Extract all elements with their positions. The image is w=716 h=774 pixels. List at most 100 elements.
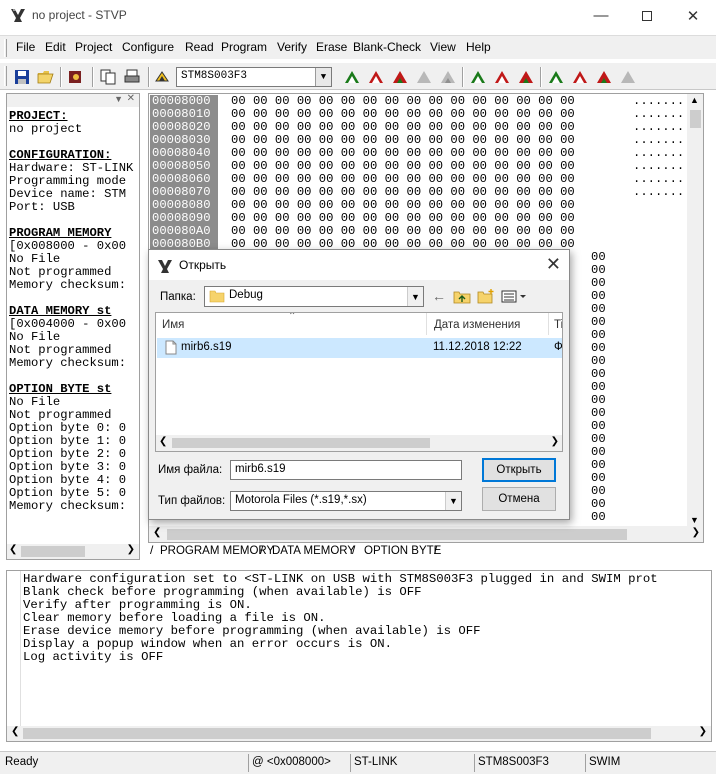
panel-pin-icon[interactable]: ▼ bbox=[114, 94, 123, 104]
menu-erase[interactable]: Erase bbox=[316, 40, 347, 54]
menu-verify[interactable]: Verify bbox=[277, 40, 307, 54]
filetype-value: Motorola Files (*.s19,*.sx) bbox=[235, 494, 367, 506]
device-chip-icon[interactable] bbox=[152, 67, 172, 87]
hex-vertical-scrollbar[interactable]: ▲ ▼ bbox=[687, 94, 703, 526]
scroll-right-icon[interactable]: ❯ bbox=[692, 527, 700, 538]
project-info-panel: ▼ ✕ PROJECT: no project CONFIGURATION: Har… bbox=[6, 93, 140, 560]
filename-input[interactable]: mirb6.s19 bbox=[230, 460, 462, 480]
scroll-left-icon[interactable]: ❮ bbox=[11, 726, 19, 737]
scrollbar-thumb[interactable] bbox=[23, 728, 651, 739]
scroll-down-icon[interactable]: ▼ bbox=[690, 515, 699, 525]
log-panel[interactable]: Hardware configuration set to <ST-LINK o… bbox=[6, 570, 712, 742]
toolbar-separator bbox=[92, 67, 94, 87]
chevron-down-icon[interactable]: ▼ bbox=[407, 287, 423, 306]
hex-bytes[interactable]: 00 bbox=[591, 511, 606, 524]
hex-horizontal-scrollbar[interactable]: ❮ ❯ bbox=[149, 526, 703, 542]
menu-edit[interactable]: Edit bbox=[45, 40, 66, 54]
sort-ascending-icon: ⌃ bbox=[288, 312, 297, 322]
toolbar-separator bbox=[148, 67, 150, 87]
stvp-app-icon bbox=[11, 9, 25, 22]
file-date: 11.12.2018 12:22 bbox=[433, 341, 522, 353]
verify-all-tabs-icon[interactable] bbox=[516, 67, 536, 87]
scroll-right-icon[interactable]: ❯ bbox=[551, 436, 559, 447]
menu-help[interactable]: Help bbox=[466, 40, 491, 54]
verify-current-tab-icon[interactable] bbox=[390, 67, 410, 87]
folder-icon bbox=[209, 290, 225, 303]
window-title: no project - STVP bbox=[32, 8, 127, 22]
menu-configure[interactable]: Configure bbox=[122, 40, 174, 54]
file-list-scrollbar[interactable]: ❮ ❯ bbox=[156, 435, 562, 451]
blank-check-current-tab-icon[interactable] bbox=[438, 67, 458, 87]
up-folder-icon[interactable] bbox=[453, 289, 471, 304]
copy-icon[interactable] bbox=[98, 67, 118, 87]
tab-data-memory[interactable]: DATA MEMORY bbox=[266, 544, 361, 560]
menu-program[interactable]: Program bbox=[221, 40, 267, 54]
open-folder-icon[interactable] bbox=[36, 67, 56, 87]
maximize-icon[interactable] bbox=[624, 0, 670, 31]
info-line: Memory checksum: bbox=[9, 278, 127, 292]
column-header-name[interactable]: Имя bbox=[162, 319, 184, 331]
left-panel-scrollbar[interactable]: ❮ ❯ bbox=[7, 544, 139, 559]
view-menu-icon[interactable] bbox=[501, 290, 527, 303]
info-line: Memory checksum: bbox=[9, 356, 127, 370]
project-icon[interactable] bbox=[66, 67, 86, 87]
status-protocol: SWIM bbox=[585, 754, 695, 772]
chevron-down-icon[interactable]: ▼ bbox=[445, 492, 461, 510]
dialog-title-bar: Открыть ✕ bbox=[149, 250, 569, 280]
scrollbar-thumb[interactable] bbox=[172, 438, 430, 448]
toolbar-separator bbox=[540, 67, 542, 87]
stvp-app-icon bbox=[158, 260, 172, 273]
chevron-down-icon[interactable]: ▼ bbox=[315, 68, 331, 86]
filetype-select[interactable]: Motorola Files (*.s19,*.sx) ▼ bbox=[230, 491, 462, 511]
erase-current-tab-icon[interactable] bbox=[414, 67, 434, 87]
erase-all-icon[interactable] bbox=[618, 67, 638, 87]
scroll-right-icon[interactable]: ❯ bbox=[699, 726, 707, 737]
program-all-tabs-icon[interactable] bbox=[492, 67, 512, 87]
save-icon[interactable] bbox=[12, 67, 32, 87]
scrollbar-thumb[interactable] bbox=[21, 546, 85, 557]
program-current-tab-icon[interactable] bbox=[366, 67, 386, 87]
status-address: @ <0x008000> bbox=[248, 754, 348, 772]
read-all-tabs-icon[interactable] bbox=[468, 67, 488, 87]
scroll-left-icon[interactable]: ❮ bbox=[9, 544, 17, 555]
log-horizontal-scrollbar[interactable]: ❮ ❯ bbox=[7, 726, 711, 741]
scroll-left-icon[interactable]: ❮ bbox=[153, 527, 161, 538]
log-gutter bbox=[7, 571, 21, 741]
scroll-right-icon[interactable]: ❯ bbox=[127, 544, 135, 555]
scrollbar-thumb[interactable] bbox=[167, 529, 627, 540]
file-list[interactable]: Имя ⌃ Дата изменения Ti mirb6.s19 11.12.… bbox=[155, 312, 563, 452]
scroll-up-icon[interactable]: ▲ bbox=[690, 95, 699, 105]
menu-view[interactable]: View bbox=[430, 40, 456, 54]
info-line: Port: USB bbox=[9, 200, 75, 214]
log-lines: Hardware configuration set to <ST-LINK o… bbox=[23, 573, 658, 664]
tab-divider: / bbox=[352, 543, 356, 557]
dialog-title: Открыть bbox=[179, 258, 227, 272]
cancel-button[interactable]: Отмена bbox=[482, 487, 556, 511]
panel-close-icon[interactable]: ✕ bbox=[127, 94, 135, 104]
scrollbar-thumb[interactable] bbox=[690, 110, 701, 128]
verify-all-icon[interactable] bbox=[594, 67, 614, 87]
device-select[interactable]: STM8S003F3 ▼ bbox=[176, 67, 332, 87]
new-folder-icon[interactable] bbox=[477, 289, 495, 304]
column-header-date[interactable]: Дата изменения bbox=[434, 319, 520, 331]
open-button[interactable]: Открыть bbox=[482, 458, 556, 482]
print-icon[interactable] bbox=[122, 67, 142, 87]
menu-project[interactable]: Project bbox=[75, 40, 112, 54]
read-all-icon[interactable] bbox=[546, 67, 566, 87]
close-icon[interactable]: ✕ bbox=[670, 0, 716, 31]
menu-bar: File Edit Project Configure Read Program… bbox=[0, 35, 716, 59]
file-icon bbox=[165, 340, 177, 355]
menu-blank-check[interactable]: Blank-Check bbox=[353, 40, 421, 54]
dialog-close-icon[interactable]: ✕ bbox=[546, 254, 561, 275]
folder-select[interactable]: Debug ▼ bbox=[204, 286, 424, 307]
read-current-tab-icon[interactable] bbox=[342, 67, 362, 87]
minimize-icon[interactable]: — bbox=[578, 0, 624, 31]
menu-file[interactable]: File bbox=[16, 40, 35, 54]
scroll-left-icon[interactable]: ❮ bbox=[159, 436, 167, 447]
tab-divider: / bbox=[434, 543, 438, 557]
program-all-icon[interactable] bbox=[570, 67, 590, 87]
column-header-type[interactable]: Ti bbox=[554, 319, 562, 331]
file-row[interactable]: mirb6.s19 11.12.2018 12:22 Ф bbox=[157, 338, 562, 358]
back-arrow-icon[interactable]: ← bbox=[432, 288, 446, 304]
menu-read[interactable]: Read bbox=[185, 40, 214, 54]
